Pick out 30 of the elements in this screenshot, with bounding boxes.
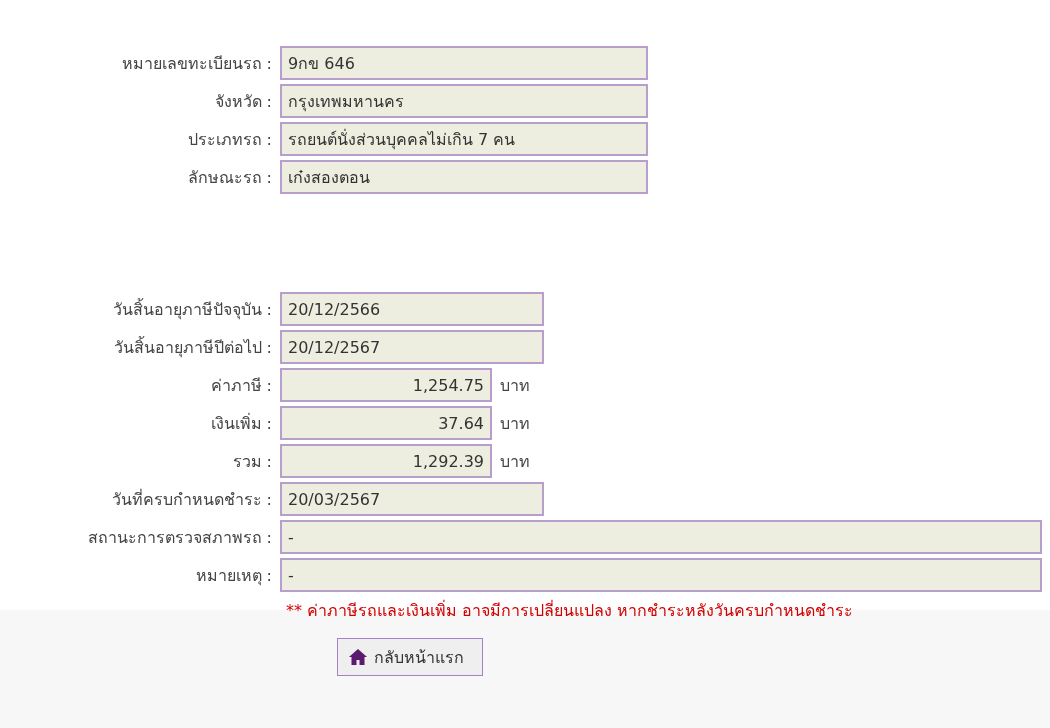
field-label: วันที่ครบกำหนดชำระ :	[110, 488, 272, 511]
unit-label: บาท	[500, 450, 530, 473]
warning-note: ** ค่าภาษีรถและเงินเพิ่ม อาจมีการเปลี่ยนแปลง หากชำระหลังวันครบกำหนดชำระ	[286, 599, 855, 622]
readonly-field[interactable]: 9กข 646	[280, 46, 648, 80]
readonly-field[interactable]: 20/03/2567	[280, 482, 544, 516]
field-label: ประเภทรถ :	[186, 128, 272, 151]
readonly-field[interactable]: รถยนต์นั่งส่วนบุคคลไม่เกิน 7 คน	[280, 122, 648, 156]
readonly-field[interactable]: 1,292.39	[280, 444, 492, 478]
readonly-field[interactable]: เก๋งสองตอน	[280, 160, 648, 194]
readonly-field[interactable]: 20/12/2567	[280, 330, 544, 364]
field-label: วันสิ้นอายุภาษีปีต่อไป :	[112, 335, 272, 360]
field-label: หมายเลขทะเบียนรถ :	[120, 52, 272, 75]
readonly-field[interactable]: 20/12/2566	[280, 292, 544, 326]
field-label: รวม :	[231, 450, 272, 473]
field-label: หมายเหตุ :	[194, 564, 272, 588]
field-label: วันสิ้นอายุภาษีปัจจุบัน :	[111, 297, 272, 322]
home-icon	[348, 648, 368, 666]
readonly-field[interactable]: -	[280, 520, 1042, 554]
field-label: ลักษณะรถ :	[186, 166, 272, 189]
readonly-field[interactable]: 37.64	[280, 406, 492, 440]
field-label: จังหวัด :	[213, 90, 272, 113]
field-label: เงินเพิ่ม :	[209, 412, 272, 435]
back-home-button[interactable]: กลับหน้าแรก	[337, 638, 483, 676]
unit-label: บาท	[500, 412, 530, 435]
readonly-field[interactable]: กรุงเทพมหานคร	[280, 84, 648, 118]
unit-label: บาท	[500, 374, 530, 397]
field-label: สถานะการตรวจสภาพรถ :	[86, 526, 272, 549]
readonly-field[interactable]: 1,254.75	[280, 368, 492, 402]
readonly-field[interactable]: -	[280, 558, 1042, 592]
field-label: ค่าภาษี :	[209, 374, 272, 397]
